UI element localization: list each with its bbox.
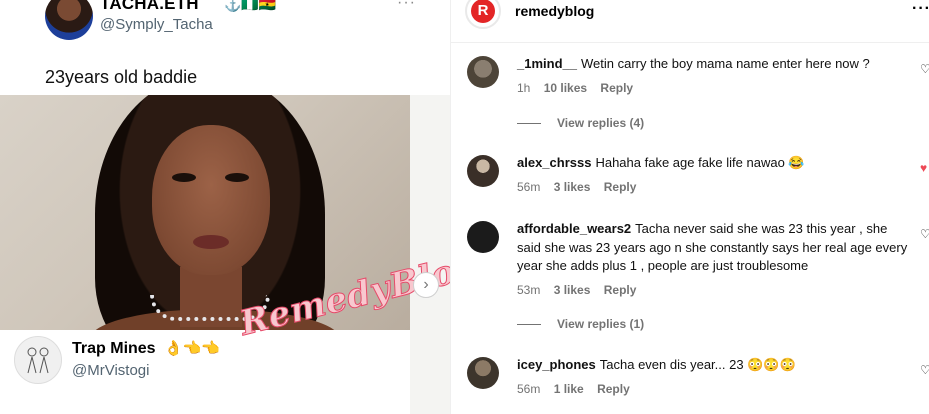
- view-replies-button[interactable]: View replies (1): [517, 317, 644, 331]
- comment-text-block: alex_chrsss Hahaha fake age fake life naw…: [517, 154, 912, 173]
- quoted-tweet: Trap Mines 👌👈👈 @MrVistogi: [0, 330, 410, 414]
- account-name[interactable]: remedyblog: [515, 3, 594, 19]
- comment-likes[interactable]: 1 like: [554, 382, 584, 396]
- quoted-tweet-emojis: 👌👈👈: [164, 340, 221, 357]
- comment-username[interactable]: _1mind__: [517, 56, 577, 71]
- photo-face: [152, 125, 270, 275]
- comment-meta: 56m 1 like Reply: [517, 382, 640, 396]
- photo-eye-left: [172, 173, 196, 182]
- comment-likes[interactable]: 10 likes: [544, 81, 587, 95]
- comment-meta: 1h 10 likes Reply: [517, 81, 643, 95]
- comment-time: 56m: [517, 180, 541, 194]
- tweet-header: TACHA.ETH ⚓🇳🇬🇬🇭 @Symply_Tacha ··· 23year…: [0, 0, 450, 95]
- comments-panel: R remedyblog ··· _1mind__Wetin carry the…: [450, 0, 929, 414]
- quoted-tweet-avatar: [14, 336, 62, 384]
- comment-text-block: icey_phones Tacha even dis year... 23 😳😳😳: [517, 356, 912, 375]
- comment-meta: 53m 3 likes Reply: [517, 283, 646, 297]
- heart-icon[interactable]: ♡: [920, 363, 929, 377]
- comment-meta: 56m 3 likes Reply: [517, 180, 646, 194]
- comment-avatar[interactable]: [467, 357, 499, 389]
- comment-likes[interactable]: 3 likes: [554, 283, 591, 297]
- sketch-figure-icon: [27, 347, 49, 374]
- tweet-author-name: TACHA.ETH: [100, 0, 199, 13]
- comment-time: 56m: [517, 382, 541, 396]
- more-options-icon[interactable]: ···: [912, 0, 929, 18]
- heart-icon[interactable]: ♡: [920, 227, 929, 241]
- reply-button[interactable]: Reply: [597, 382, 630, 396]
- quoted-tweet-handle: @MrVistogi: [72, 362, 150, 379]
- photo-lips: [193, 235, 229, 249]
- view-replies-label: View replies (4): [557, 116, 645, 130]
- tweet-author-flags: ⚓🇳🇬🇬🇭: [224, 0, 277, 12]
- replies-divider: [517, 123, 541, 125]
- carousel-next-button[interactable]: ›: [413, 272, 439, 298]
- tweet-more-icon: ···: [397, 0, 416, 11]
- view-replies-label: View replies (1): [557, 317, 645, 331]
- comment-username[interactable]: icey_phones: [517, 357, 596, 372]
- comment-avatar[interactable]: [467, 221, 499, 253]
- reply-button[interactable]: Reply: [600, 81, 633, 95]
- post-header: R remedyblog ···: [451, 0, 929, 43]
- tweet-author-handle: @Symply_Tacha: [100, 16, 213, 33]
- reply-button[interactable]: Reply: [604, 283, 637, 297]
- comment-text-block: affordable_wears2 Tacha never said she wa…: [517, 220, 912, 276]
- comment-text: Tacha even dis year... 23 😳😳😳: [599, 357, 796, 372]
- comment-time: 53m: [517, 283, 541, 297]
- post-media: TACHA.ETH ⚓🇳🇬🇬🇭 @Symply_Tacha ··· 23year…: [0, 0, 450, 414]
- comment-text-block: _1mind__ Wetin carry the boy mama name en…: [517, 55, 912, 74]
- tweet-author-avatar: [45, 0, 93, 40]
- comment-avatar[interactable]: [467, 155, 499, 187]
- comment-avatar[interactable]: [467, 56, 499, 88]
- account-avatar[interactable]: R: [465, 0, 501, 29]
- comment-time: 1h: [517, 81, 531, 95]
- comment-text: Hahaha fake age fake life nawao 😂: [595, 155, 805, 170]
- replies-divider: [517, 324, 541, 326]
- quoted-tweet-name: Trap Mines: [72, 340, 156, 357]
- view-replies-button[interactable]: View replies (4): [517, 116, 644, 130]
- reply-button[interactable]: Reply: [604, 180, 637, 194]
- account-logo: R: [471, 0, 495, 23]
- heart-icon[interactable]: ♡: [920, 62, 929, 76]
- comment-likes[interactable]: 3 likes: [554, 180, 591, 194]
- comment-username[interactable]: affordable_wears2: [517, 221, 631, 236]
- tweet-text: 23years old baddie: [45, 67, 198, 87]
- comment-username[interactable]: alex_chrsss: [517, 155, 591, 170]
- comment-text: Wetin carry the boy mama name enter here…: [580, 56, 870, 71]
- heart-icon-liked[interactable]: ♥: [920, 161, 927, 175]
- photo-eye-right: [225, 173, 249, 182]
